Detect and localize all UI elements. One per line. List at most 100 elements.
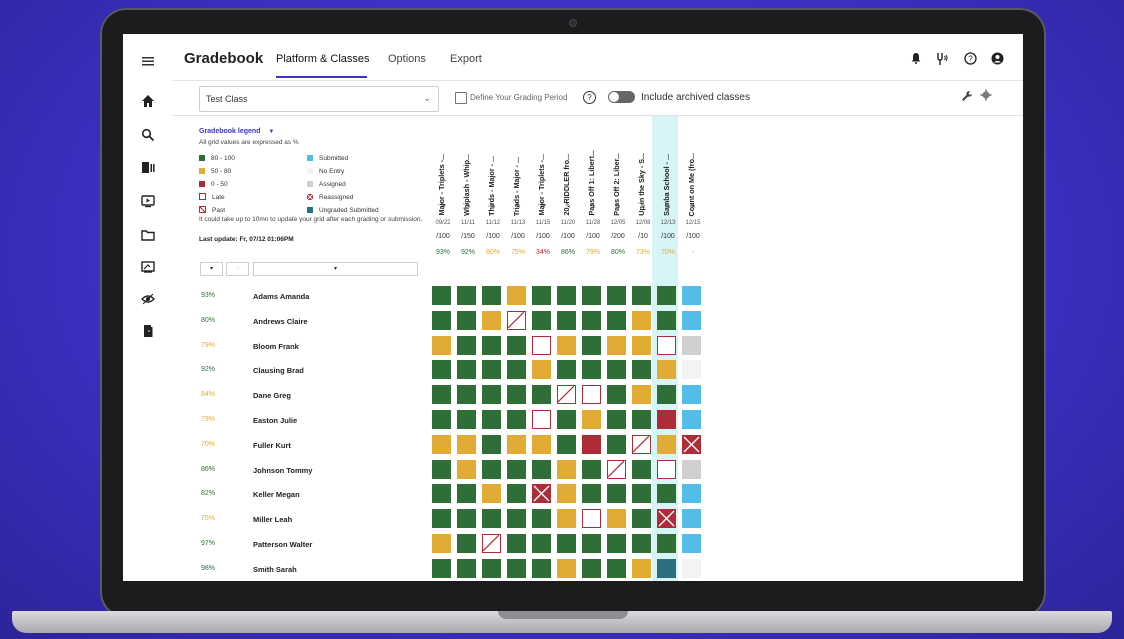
grade-cell-80-100[interactable]: [582, 534, 601, 553]
tuning-fork-icon[interactable]: [935, 52, 949, 66]
grade-cell-80-100[interactable]: [607, 385, 626, 405]
grade-cell-80-100[interactable]: [507, 410, 526, 429]
account-icon[interactable]: [990, 52, 1004, 66]
pencil-icon[interactable]: ✎: [532, 202, 554, 210]
submitted-cell[interactable]: [682, 534, 701, 553]
gear-icon[interactable]: [980, 89, 992, 104]
late-cell[interactable]: [532, 410, 551, 429]
pencil-icon[interactable]: ✎: [557, 202, 579, 210]
grade-cell-80-100[interactable]: [632, 410, 651, 429]
student-name[interactable]: Fuller Kurt: [253, 441, 291, 450]
grade-cell-80-100[interactable]: [457, 310, 476, 330]
grade-cell-80-100[interactable]: [457, 385, 476, 405]
grade-cell-50-80[interactable]: [507, 286, 526, 305]
grade-cell-80-100[interactable]: [557, 360, 576, 380]
grade-cell-80-100[interactable]: [657, 385, 676, 405]
late-cell[interactable]: [657, 459, 676, 479]
grade-cell-50-80[interactable]: [657, 434, 676, 454]
assignment-header[interactable]: Pass Off 2: Liber...: [607, 116, 629, 216]
submitted-cell[interactable]: [682, 509, 701, 529]
eye-icon[interactable]: [141, 292, 155, 306]
reassigned-cell[interactable]: [532, 484, 551, 504]
assignment-header[interactable]: Whiplash - Whip...: [457, 116, 479, 216]
search-icon[interactable]: [141, 128, 155, 142]
student-name[interactable]: Smith Sarah: [253, 565, 297, 574]
student-name[interactable]: Bloom Frank: [253, 342, 299, 351]
bell-icon[interactable]: [909, 52, 923, 66]
student-name[interactable]: Patterson Walter: [253, 540, 312, 549]
grade-cell-80-100[interactable]: [632, 360, 651, 380]
grade-cell-80-100[interactable]: [457, 509, 476, 529]
grade-cell-80-100[interactable]: [507, 360, 526, 380]
grade-cell-80-100[interactable]: [432, 558, 451, 578]
grade-cell-80-100[interactable]: [432, 360, 451, 380]
submitted-cell[interactable]: [682, 286, 701, 305]
grade-cell-50-80[interactable]: [607, 335, 626, 355]
past-cell[interactable]: [632, 434, 651, 454]
grade-cell-80-100[interactable]: [457, 360, 476, 380]
grade-cell-50-80[interactable]: [582, 410, 601, 429]
grade-cell-80-100[interactable]: [607, 310, 626, 330]
grade-cell-50-80[interactable]: [632, 385, 651, 405]
grade-cell-80-100[interactable]: [607, 484, 626, 504]
assignment-header[interactable]: Samba School - ...: [657, 116, 679, 216]
grade-cell-50-80[interactable]: [507, 434, 526, 454]
pencil-icon[interactable]: ✎: [432, 202, 454, 210]
grade-cell-50-80[interactable]: [457, 434, 476, 454]
grade-cell-50-80[interactable]: [557, 459, 576, 479]
pencil-icon[interactable]: ✎: [582, 202, 604, 210]
grade-cell-80-100[interactable]: [532, 310, 551, 330]
grading-period-label[interactable]: Define Your Grading Period: [470, 93, 567, 102]
legend-title[interactable]: Gradebook legend ▼: [199, 128, 274, 135]
reassigned-cell[interactable]: [682, 434, 701, 454]
grade-cell-80-100[interactable]: [507, 534, 526, 553]
help-icon[interactable]: ?: [963, 52, 977, 66]
grade-cell-80-100[interactable]: [432, 310, 451, 330]
submitted-cell[interactable]: [682, 484, 701, 504]
grade-cell-80-100[interactable]: [532, 385, 551, 405]
student-name[interactable]: Keller Megan: [253, 490, 300, 499]
pencil-icon[interactable]: ✎: [507, 202, 529, 210]
grade-cell-80-100[interactable]: [432, 484, 451, 504]
grade-cell-80-100[interactable]: [457, 558, 476, 578]
menu-icon[interactable]: [141, 54, 155, 68]
submitted-cell[interactable]: [682, 385, 701, 405]
play-icon[interactable]: [141, 194, 155, 208]
late-cell[interactable]: [582, 385, 601, 405]
grade-cell-50-80[interactable]: [532, 434, 551, 454]
grade-cell-80-100[interactable]: [482, 410, 501, 429]
grade-cell-50-80[interactable]: [532, 360, 551, 380]
grade-cell-80-100[interactable]: [557, 410, 576, 429]
grade-cell-80-100[interactable]: [482, 558, 501, 578]
grade-cell-80-100[interactable]: [482, 385, 501, 405]
grade-cell-50-80[interactable]: [657, 360, 676, 380]
student-name[interactable]: Dane Greg: [253, 391, 291, 400]
student-name[interactable]: Johnson Tommy: [253, 466, 312, 475]
grade-cell-80-100[interactable]: [557, 434, 576, 454]
folder-icon[interactable]: [141, 228, 155, 242]
grade-cell-50-80[interactable]: [557, 558, 576, 578]
pencil-icon[interactable]: ✎: [457, 202, 479, 210]
grade-cell-80-100[interactable]: [507, 509, 526, 529]
grade-cell-80-100[interactable]: [582, 360, 601, 380]
grade-cell-50-80[interactable]: [632, 335, 651, 355]
grade-cell-80-100[interactable]: [507, 335, 526, 355]
grade-cell-80-100[interactable]: [432, 286, 451, 305]
grade-cell-80-100[interactable]: [507, 385, 526, 405]
assignment-header[interactable]: Count on Me (fro...: [682, 116, 704, 216]
grade-cell-80-100[interactable]: [482, 360, 501, 380]
reassigned-cell[interactable]: [657, 509, 676, 529]
grade-cell-50-80[interactable]: [632, 310, 651, 330]
grade-cell-80-100[interactable]: [632, 534, 651, 553]
grade-cell-80-100[interactable]: [532, 534, 551, 553]
grade-cell-80-100[interactable]: [582, 484, 601, 504]
grade-cell-0-50[interactable]: [582, 434, 601, 454]
late-cell[interactable]: [532, 335, 551, 355]
grade-cell-80-100[interactable]: [432, 459, 451, 479]
home-icon[interactable]: [141, 94, 155, 108]
class-select[interactable]: Test Class ⌄: [199, 86, 439, 112]
grade-cell-50-80[interactable]: [557, 509, 576, 529]
grade-cell-50-80[interactable]: [557, 484, 576, 504]
submitted-cell[interactable]: [682, 310, 701, 330]
grade-cell-80-100[interactable]: [532, 459, 551, 479]
